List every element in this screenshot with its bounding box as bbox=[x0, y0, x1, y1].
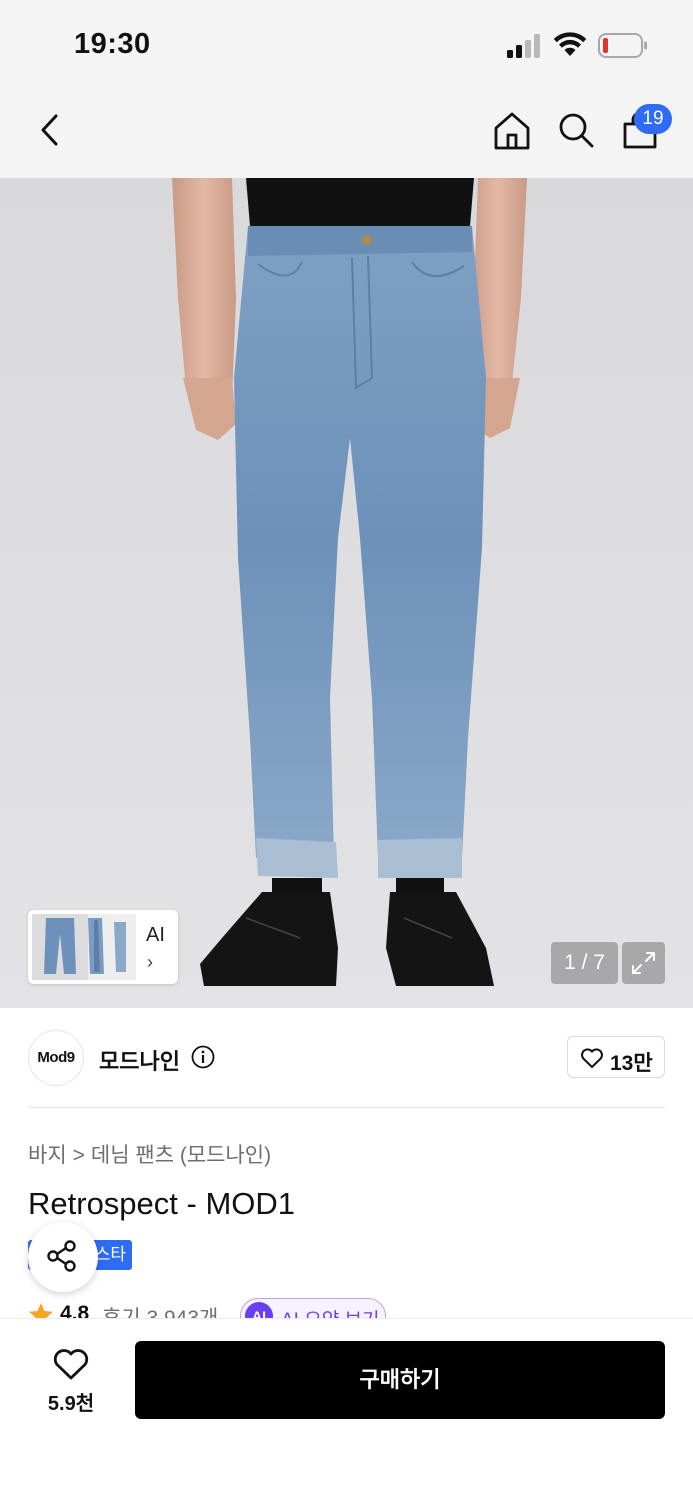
image-counter: 1 / 7 bbox=[551, 942, 618, 984]
product-image-gallery[interactable]: AI › 1 / 7 bbox=[0, 178, 693, 1008]
cart-count-badge: 19 bbox=[634, 104, 672, 134]
info-icon[interactable] bbox=[191, 1045, 215, 1069]
product-photo-jeans bbox=[172, 178, 527, 986]
section-divider bbox=[28, 1107, 665, 1108]
ai-summary-label: AI 요약 보기 bbox=[281, 1305, 379, 1318]
thumbnail-image bbox=[32, 914, 136, 980]
brand-logo[interactable]: Mod9 bbox=[28, 1030, 84, 1086]
breadcrumb: 바지 > 데님 팬츠 (모드나인) bbox=[28, 1139, 271, 1169]
bottom-action-bar: 5.9천 구매하기 bbox=[0, 1318, 693, 1500]
brand-name[interactable]: 모드나인 bbox=[99, 1044, 180, 1076]
product-title: Retrospect - MOD1 bbox=[28, 1186, 296, 1221]
review-count[interactable]: 후기 3,943개 bbox=[102, 1302, 218, 1318]
breadcrumb-subcategory[interactable]: 데님 팬츠 (모드나인) bbox=[91, 1139, 271, 1169]
chevron-right-icon: › bbox=[147, 952, 153, 972]
battery-low-icon bbox=[598, 33, 647, 58]
brand-like-button[interactable]: 13만 bbox=[567, 1036, 665, 1078]
heart-outline-icon[interactable] bbox=[52, 1347, 90, 1381]
expand-button[interactable] bbox=[622, 942, 665, 984]
status-bar: 19:30 bbox=[0, 0, 693, 88]
share-icon bbox=[47, 1240, 76, 1272]
wish-count: 5.9천 bbox=[47, 1393, 95, 1415]
cellular-signal-icon bbox=[507, 34, 540, 58]
thumbnail-jeans-photo bbox=[32, 914, 126, 980]
ai-icon: AI bbox=[245, 1302, 273, 1318]
search-icon[interactable] bbox=[556, 110, 596, 150]
star-icon bbox=[29, 1303, 53, 1318]
breadcrumb-separator: > bbox=[72, 1144, 85, 1167]
ai-summary-button[interactable]: AI AI 요약 보기 bbox=[240, 1298, 386, 1318]
nav-bar bbox=[0, 88, 693, 178]
thumbnail-strip[interactable]: AI › bbox=[28, 910, 178, 984]
wifi-icon bbox=[553, 32, 587, 56]
share-button[interactable] bbox=[28, 1222, 98, 1292]
rating-value: 4.8 bbox=[60, 1302, 90, 1318]
buy-button[interactable]: 구매하기 bbox=[135, 1341, 665, 1419]
heart-outline-icon bbox=[581, 1048, 603, 1068]
brand-like-count: 13만 bbox=[610, 1052, 653, 1075]
expand-icon bbox=[632, 952, 655, 974]
rating-row: 4.8 후기 3,943개 AI AI 요약 보기 bbox=[28, 1298, 668, 1318]
status-time: 19:30 bbox=[74, 28, 151, 60]
breadcrumb-category[interactable]: 바지 bbox=[28, 1139, 67, 1169]
brand-row: Mod9 모드나인 13만 bbox=[0, 1008, 693, 1108]
chevron-left-icon[interactable] bbox=[34, 110, 66, 150]
thumbnail-ai-label: AI bbox=[146, 924, 165, 946]
home-icon[interactable] bbox=[492, 110, 532, 152]
